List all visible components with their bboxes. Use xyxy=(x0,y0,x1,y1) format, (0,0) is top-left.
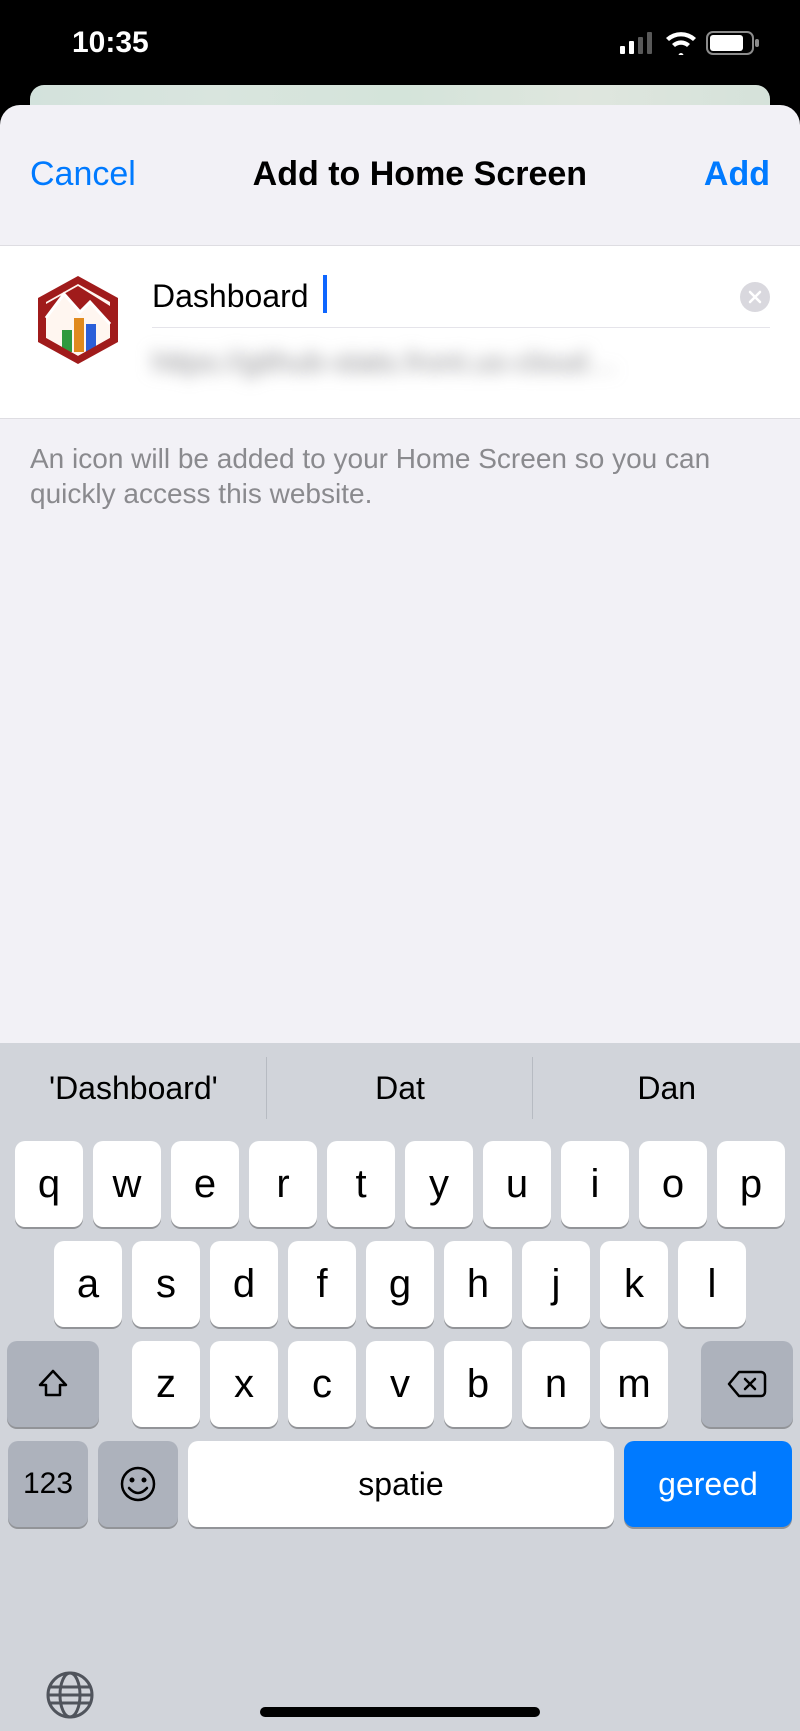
numbers-key[interactable]: 123 xyxy=(8,1441,88,1527)
key-u[interactable]: u xyxy=(483,1141,551,1227)
battery-icon xyxy=(706,31,760,55)
key-j[interactable]: j xyxy=(522,1241,590,1327)
suggestion-2[interactable]: Dat xyxy=(267,1043,534,1133)
key-r[interactable]: r xyxy=(249,1141,317,1227)
space-key[interactable]: spatie xyxy=(188,1441,614,1527)
app-icon xyxy=(30,272,126,368)
key-p[interactable]: p xyxy=(717,1141,785,1227)
key-a[interactable]: a xyxy=(54,1241,122,1327)
url-field: https://github-stats.front.us-cloud… xyxy=(152,328,770,398)
key-row-4: 123 spatie gereed xyxy=(6,1441,794,1527)
suggestion-bar: 'Dashboard' Dat Dan xyxy=(0,1043,800,1133)
status-icons xyxy=(620,31,760,55)
emoji-icon xyxy=(119,1465,157,1503)
key-i[interactable]: i xyxy=(561,1141,629,1227)
key-row-2: a s d f g h j k l xyxy=(6,1241,794,1327)
text-cursor xyxy=(323,275,327,313)
globe-key[interactable] xyxy=(44,1669,96,1721)
add-button[interactable]: Add xyxy=(704,155,770,194)
key-row-3: z x c v b n m xyxy=(6,1341,794,1427)
sheet-title: Add to Home Screen xyxy=(253,155,587,194)
key-w[interactable]: w xyxy=(93,1141,161,1227)
close-icon xyxy=(748,290,762,304)
backspace-icon xyxy=(727,1369,767,1399)
key-z[interactable]: z xyxy=(132,1341,200,1427)
key-s[interactable]: s xyxy=(132,1241,200,1327)
helper-text: An icon will be added to your Home Scree… xyxy=(0,419,800,533)
name-field-row[interactable]: Dashboard xyxy=(152,266,770,328)
key-k[interactable]: k xyxy=(600,1241,668,1327)
keyboard: 'Dashboard' Dat Dan q w e r t y u i o p … xyxy=(0,1043,800,1731)
key-n[interactable]: n xyxy=(522,1341,590,1427)
key-l[interactable]: l xyxy=(678,1241,746,1327)
key-x[interactable]: x xyxy=(210,1341,278,1427)
key-h[interactable]: h xyxy=(444,1241,512,1327)
cellular-icon xyxy=(620,32,656,54)
backspace-key[interactable] xyxy=(701,1341,793,1427)
home-indicator[interactable] xyxy=(260,1707,540,1717)
key-y[interactable]: y xyxy=(405,1141,473,1227)
key-m[interactable]: m xyxy=(600,1341,668,1427)
cancel-button[interactable]: Cancel xyxy=(30,155,136,194)
sheet-header: Cancel Add to Home Screen Add xyxy=(0,105,800,245)
key-e[interactable]: e xyxy=(171,1141,239,1227)
shift-key[interactable] xyxy=(7,1341,99,1427)
wifi-icon xyxy=(664,31,698,55)
suggestion-3[interactable]: Dan xyxy=(533,1043,800,1133)
status-time: 10:35 xyxy=(72,26,149,60)
key-q[interactable]: q xyxy=(15,1141,83,1227)
key-row-1: q w e r t y u i o p xyxy=(6,1141,794,1227)
keyboard-bottom-bar xyxy=(0,1655,800,1731)
key-g[interactable]: g xyxy=(366,1241,434,1327)
key-d[interactable]: d xyxy=(210,1241,278,1327)
globe-icon xyxy=(44,1669,96,1721)
clear-text-button[interactable] xyxy=(740,282,770,312)
key-o[interactable]: o xyxy=(639,1141,707,1227)
key-v[interactable]: v xyxy=(366,1341,434,1427)
status-bar: 10:35 xyxy=(0,0,800,85)
key-c[interactable]: c xyxy=(288,1341,356,1427)
shift-icon xyxy=(36,1367,70,1401)
key-f[interactable]: f xyxy=(288,1241,356,1327)
form-area: Dashboard https://github-stats.front.us-… xyxy=(0,245,800,419)
key-t[interactable]: t xyxy=(327,1141,395,1227)
key-b[interactable]: b xyxy=(444,1341,512,1427)
emoji-key[interactable] xyxy=(98,1441,178,1527)
name-field-value[interactable]: Dashboard xyxy=(152,278,309,315)
done-key[interactable]: gereed xyxy=(624,1441,792,1527)
add-to-home-sheet: Cancel Add to Home Screen Add Das xyxy=(0,105,800,1731)
suggestion-1[interactable]: 'Dashboard' xyxy=(0,1043,267,1133)
